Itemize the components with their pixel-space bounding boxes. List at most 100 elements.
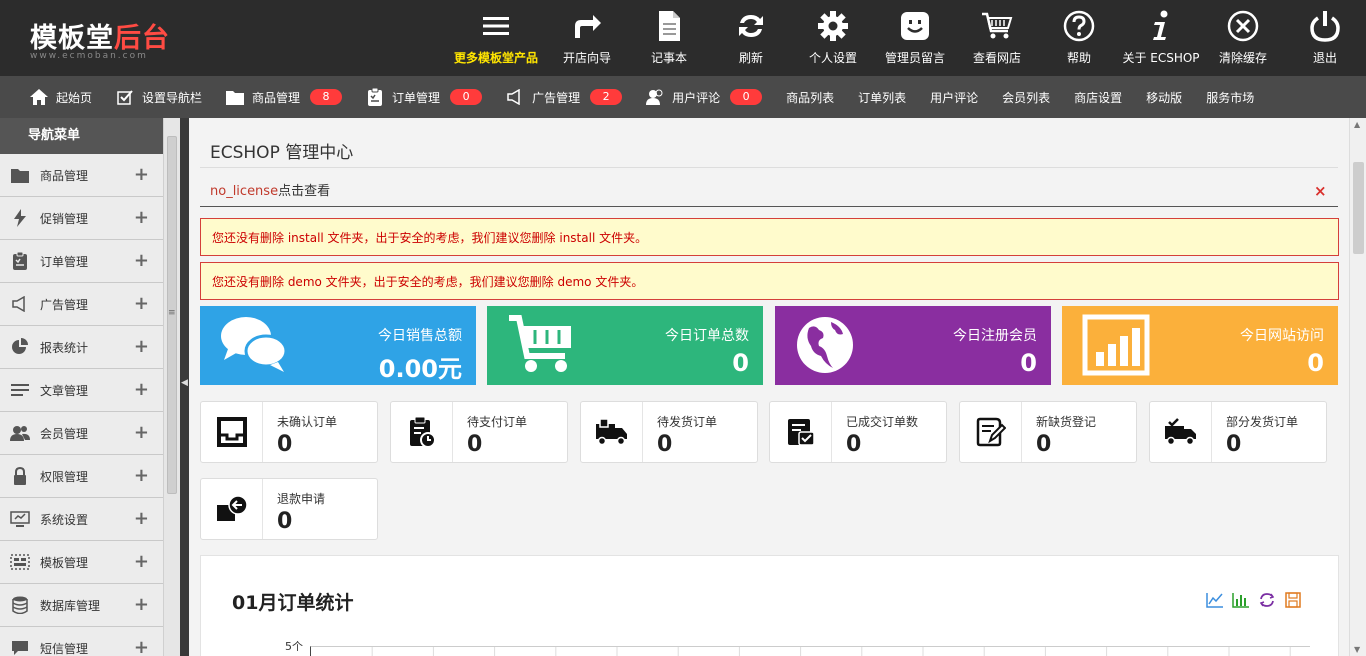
topnav-clear-cache[interactable]: 清除缓存 <box>1202 0 1284 76</box>
order-card-label: 已成交订单数 <box>846 415 919 429</box>
chart-toolbox <box>1202 589 1306 611</box>
topnav-wizard[interactable]: 开店向导 <box>546 0 628 76</box>
order-card-out-of-stock[interactable]: 新缺货登记 0 <box>959 401 1137 463</box>
license-key: no_license <box>210 184 279 199</box>
sidebar-item-members[interactable]: 会员管理 + <box>0 412 163 455</box>
topnav-view-store[interactable]: 查看网店 <box>956 0 1038 76</box>
expand-icon[interactable]: + <box>134 338 149 356</box>
lightning-icon <box>10 208 30 228</box>
sidebar: 导航菜单 商品管理 + 促销管理 + 订单管理 + 广告管理 + 报表统计 + … <box>0 118 163 656</box>
monthly-order-chart: 01月订单统计 5个 <box>200 555 1339 656</box>
stat-value: 0 <box>732 349 749 377</box>
sidebar-item-label: 系统设置 <box>40 512 89 527</box>
topnav-help[interactable]: 帮助 <box>1038 0 1120 76</box>
subnav-ad-management[interactable]: 广告管理 2 <box>506 88 623 106</box>
checkbox-icon <box>116 88 134 106</box>
sidebar-item-ads[interactable]: 广告管理 + <box>0 283 163 326</box>
stat-today-visits[interactable]: 今日网站访问 0 <box>1062 306 1338 385</box>
sidebar-item-label: 模板管理 <box>40 555 89 570</box>
order-card-value: 0 <box>846 432 862 457</box>
subnav-home[interactable]: 起始页 <box>30 88 92 106</box>
order-card-unconfirmed[interactable]: 未确认订单 0 <box>200 401 378 463</box>
subnav-goods-list[interactable]: 商品列表 <box>786 89 834 106</box>
expand-icon[interactable]: + <box>134 553 149 571</box>
save-icon[interactable] <box>1280 589 1306 611</box>
restore-icon[interactable] <box>1254 589 1280 611</box>
sidebar-item-system[interactable]: 系统设置 + <box>0 498 163 541</box>
stat-today-sales[interactable]: 今日销售总额 0.00元 <box>200 306 476 385</box>
scroll-down-icon[interactable]: ▼ <box>1354 645 1360 654</box>
globe-icon <box>795 314 863 376</box>
chat-bubbles-icon <box>220 314 288 376</box>
sidebar-item-goods[interactable]: 商品管理 + <box>0 154 163 197</box>
stat-today-orders[interactable]: 今日订单总数 0 <box>487 306 763 385</box>
topnav-notepad[interactable]: 记事本 <box>628 0 710 76</box>
order-card-partial-shipped[interactable]: 部分发货订单 0 <box>1149 401 1327 463</box>
quick-navigation-bar: 起始页 设置导航栏 商品管理 8 订单管理 0 广告管理 2 用户评论 0 商品… <box>0 76 1366 118</box>
subnav-badge: 2 <box>590 89 623 105</box>
sidebar-item-promotion[interactable]: 促销管理 + <box>0 197 163 240</box>
expand-icon[interactable]: + <box>134 381 149 399</box>
topnav-more-products[interactable]: 更多模板堂产品 <box>446 0 546 76</box>
lock-icon <box>10 466 30 486</box>
expand-icon[interactable]: + <box>134 596 149 614</box>
subnav-label: 服务市场 <box>1206 90 1255 105</box>
order-card-completed[interactable]: 已成交订单数 0 <box>769 401 947 463</box>
refresh-icon <box>735 10 767 42</box>
topnav-admin-messages[interactable]: 管理员留言 <box>874 0 956 76</box>
expand-icon[interactable]: + <box>134 166 149 184</box>
stat-today-members[interactable]: 今日注册会员 0 <box>775 306 1051 385</box>
sidebar-item-articles[interactable]: 文章管理 + <box>0 369 163 412</box>
subnav-user-comments[interactable]: 用户评论 <box>930 89 978 106</box>
expand-icon[interactable]: + <box>134 639 149 656</box>
bar-chart-icon[interactable] <box>1228 589 1254 611</box>
sidebar-scrollbar[interactable]: ≡ <box>163 118 180 656</box>
expand-icon[interactable]: + <box>134 295 149 313</box>
topnav-personal-settings[interactable]: 个人设置 <box>792 0 874 76</box>
expand-icon[interactable]: + <box>134 510 149 528</box>
expand-icon[interactable]: + <box>134 424 149 442</box>
subnav-order-list[interactable]: 订单列表 <box>858 89 906 106</box>
license-notice[interactable]: no_license点击查看 <box>210 180 330 199</box>
sidebar-collapse-toggle[interactable]: ◀ <box>180 118 189 656</box>
line-chart-icon[interactable] <box>1202 589 1228 611</box>
subnav-mobile[interactable]: 移动版 <box>1146 89 1182 106</box>
brand-logo[interactable]: 模板堂后台 www.ecmoban.com <box>30 16 190 64</box>
stat-label: 今日销售总额 <box>378 328 462 344</box>
topnav-about[interactable]: 关于 ECSHOP <box>1120 0 1202 76</box>
sidebar-item-reports[interactable]: 报表统计 + <box>0 326 163 369</box>
sidebar-item-database[interactable]: 数据库管理 + <box>0 584 163 627</box>
truck-check-icon <box>1150 402 1212 462</box>
subnav-goods-management[interactable]: 商品管理 8 <box>226 88 343 106</box>
subnav-set-navbar[interactable]: 设置导航栏 <box>116 88 202 106</box>
topnav-refresh[interactable]: 刷新 <box>710 0 792 76</box>
sidebar-item-orders[interactable]: 订单管理 + <box>0 240 163 283</box>
order-card-refund[interactable]: 退款申请 0 <box>200 478 378 540</box>
sidebar-item-templates[interactable]: 模板管理 + <box>0 541 163 584</box>
subnav-label: 用户评论 <box>672 90 721 105</box>
order-card-to-ship[interactable]: 待发货订单 0 <box>580 401 758 463</box>
license-link-text[interactable]: 点击查看 <box>278 184 330 199</box>
expand-icon[interactable]: + <box>134 209 149 227</box>
subnav-service-market[interactable]: 服务市场 <box>1206 89 1254 106</box>
expand-icon[interactable]: + <box>134 252 149 270</box>
topnav-logout[interactable]: 退出 <box>1284 0 1366 76</box>
subnav-label: 设置导航栏 <box>142 90 203 105</box>
clipboard-icon <box>10 251 30 271</box>
scroll-up-icon[interactable]: ▲ <box>1354 120 1360 129</box>
main-scrollbar-thumb[interactable] <box>1353 162 1364 254</box>
subnav-user-reviews[interactable]: 用户评论 0 <box>646 88 763 106</box>
order-card-unpaid[interactable]: 待支付订单 0 <box>390 401 568 463</box>
subnav-member-list[interactable]: 会员列表 <box>1002 89 1050 106</box>
subnav-shop-settings[interactable]: 商店设置 <box>1074 89 1122 106</box>
subnav-order-management[interactable]: 订单管理 0 <box>366 88 483 106</box>
sidebar-item-permissions[interactable]: 权限管理 + <box>0 455 163 498</box>
topnav-label: 更多模板堂产品 <box>453 51 538 65</box>
topnav-label: 清除缓存 <box>1218 51 1267 65</box>
bar-chart-icon <box>1082 314 1150 376</box>
order-card-value: 0 <box>1226 432 1242 457</box>
sidebar-item-sms[interactable]: 短信管理 + <box>0 627 163 656</box>
main-scrollbar[interactable]: ▲ ▼ <box>1349 118 1366 656</box>
expand-icon[interactable]: + <box>134 467 149 485</box>
close-icon[interactable]: × <box>1314 182 1327 200</box>
